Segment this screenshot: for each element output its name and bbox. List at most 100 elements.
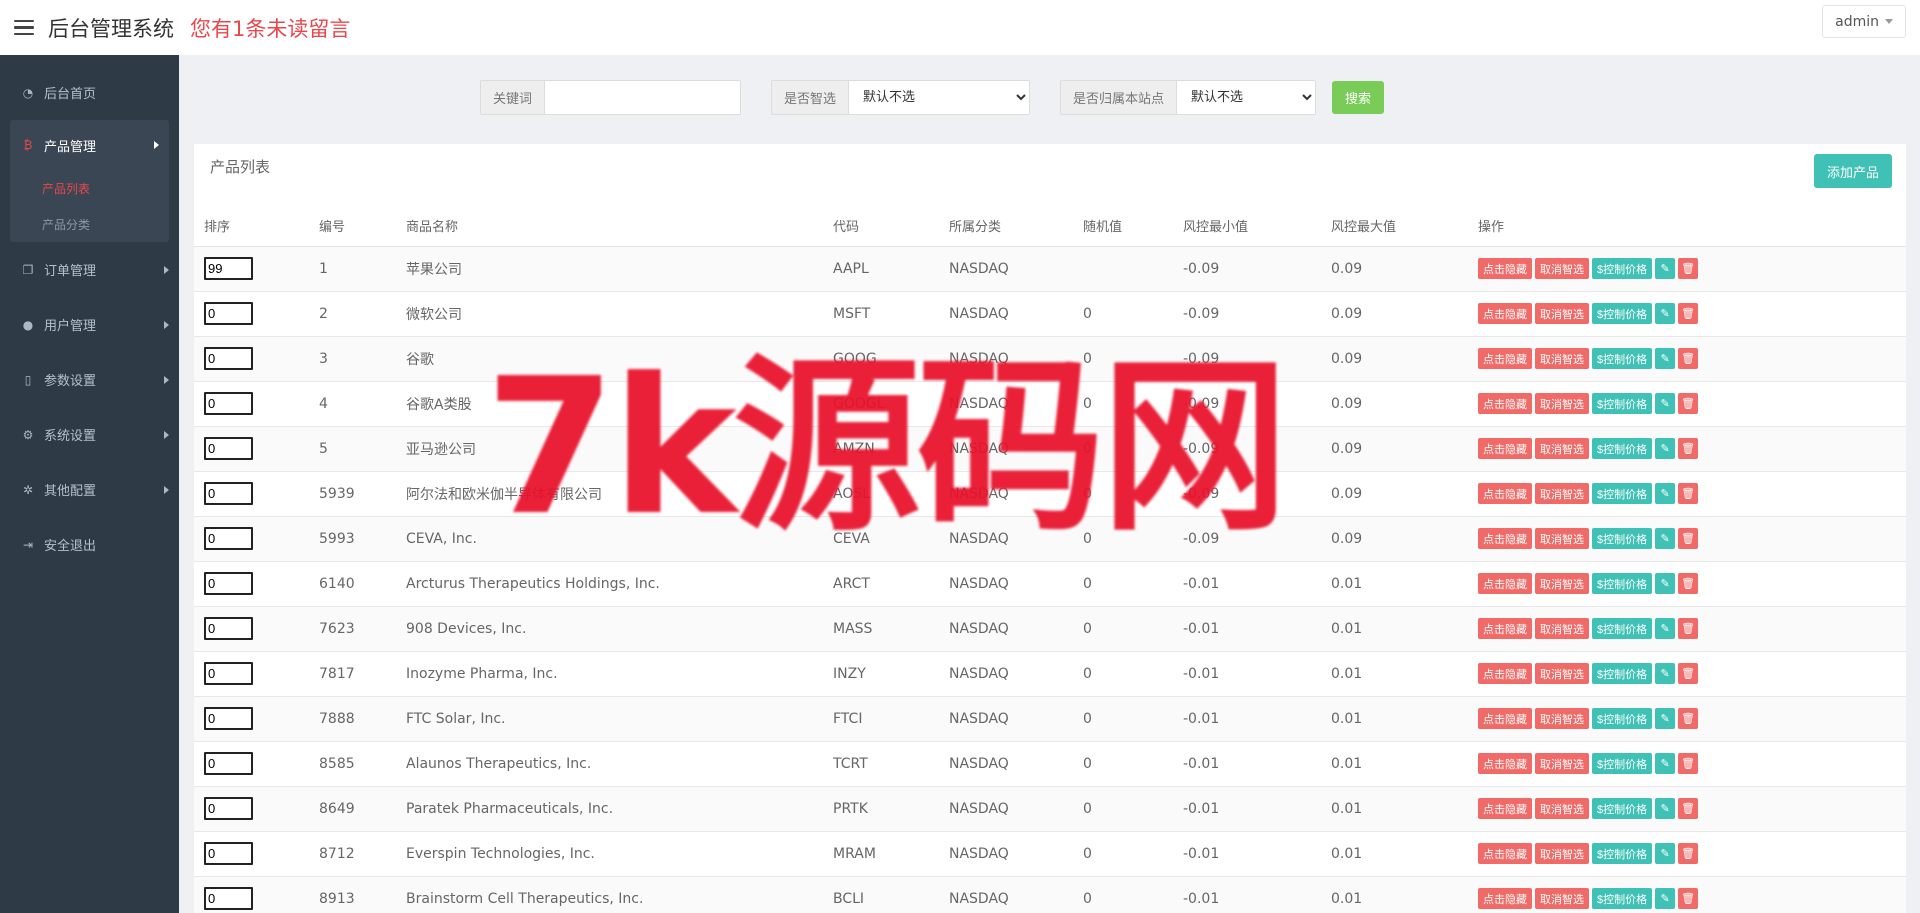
hide-button[interactable]: 点击隐藏 [1478, 708, 1532, 729]
control-price-button[interactable]: $控制价格 [1592, 483, 1653, 504]
trash-icon[interactable]: 🗑 [1678, 663, 1699, 684]
pencil-icon[interactable]: ✎ [1655, 843, 1676, 864]
cancel-smart-button[interactable]: 取消智选 [1535, 663, 1589, 684]
order-input[interactable] [204, 842, 253, 865]
trash-icon[interactable]: 🗑 [1678, 483, 1699, 504]
sidebar-item-home[interactable]: ◔ 后台首页 [0, 65, 179, 120]
hide-button[interactable]: 点击隐藏 [1478, 258, 1532, 279]
trash-icon[interactable]: 🗑 [1678, 843, 1699, 864]
control-price-button[interactable]: $控制价格 [1592, 573, 1653, 594]
add-product-button[interactable]: 添加产品 [1813, 154, 1892, 188]
order-input[interactable] [204, 572, 253, 595]
control-price-button[interactable]: $控制价格 [1592, 393, 1653, 414]
trash-icon[interactable]: 🗑 [1678, 573, 1699, 594]
cancel-smart-button[interactable]: 取消智选 [1535, 708, 1589, 729]
order-input[interactable] [204, 482, 253, 505]
control-price-button[interactable]: $控制价格 [1592, 438, 1653, 459]
control-price-button[interactable]: $控制价格 [1592, 348, 1653, 369]
control-price-button[interactable]: $控制价格 [1592, 708, 1653, 729]
pencil-icon[interactable]: ✎ [1655, 528, 1676, 549]
order-input[interactable] [204, 257, 253, 280]
control-price-button[interactable]: $控制价格 [1592, 258, 1653, 279]
order-input[interactable] [204, 662, 253, 685]
order-input[interactable] [204, 707, 253, 730]
control-price-button[interactable]: $控制价格 [1592, 528, 1653, 549]
cancel-smart-button[interactable]: 取消智选 [1535, 888, 1589, 909]
trash-icon[interactable]: 🗑 [1678, 438, 1699, 459]
hide-button[interactable]: 点击隐藏 [1478, 438, 1532, 459]
trash-icon[interactable]: 🗑 [1678, 798, 1699, 819]
order-input[interactable] [204, 617, 253, 640]
user-menu-button[interactable]: admin [1822, 5, 1906, 38]
sidebar-item-other[interactable]: ✲ 其他配置 [0, 462, 179, 517]
control-price-button[interactable]: $控制价格 [1592, 303, 1653, 324]
control-price-button[interactable]: $控制价格 [1592, 618, 1653, 639]
hide-button[interactable]: 点击隐藏 [1478, 393, 1532, 414]
cancel-smart-button[interactable]: 取消智选 [1535, 753, 1589, 774]
unread-message-notice[interactable]: 您有1条未读留言 [190, 13, 350, 43]
pencil-icon[interactable]: ✎ [1655, 573, 1676, 594]
sidebar-item-users[interactable]: ● 用户管理 [0, 297, 179, 352]
menu-toggle-icon[interactable] [14, 19, 34, 36]
hide-button[interactable]: 点击隐藏 [1478, 843, 1532, 864]
pencil-icon[interactable]: ✎ [1655, 348, 1676, 369]
pencil-icon[interactable]: ✎ [1655, 663, 1676, 684]
order-input[interactable] [204, 797, 253, 820]
cancel-smart-button[interactable]: 取消智选 [1535, 618, 1589, 639]
pencil-icon[interactable]: ✎ [1655, 708, 1676, 729]
pencil-icon[interactable]: ✎ [1655, 618, 1676, 639]
pencil-icon[interactable]: ✎ [1655, 798, 1676, 819]
pencil-icon[interactable]: ✎ [1655, 753, 1676, 774]
control-price-button[interactable]: $控制价格 [1592, 888, 1653, 909]
hide-button[interactable]: 点击隐藏 [1478, 888, 1532, 909]
hide-button[interactable]: 点击隐藏 [1478, 663, 1532, 684]
cancel-smart-button[interactable]: 取消智选 [1535, 528, 1589, 549]
trash-icon[interactable]: 🗑 [1678, 888, 1699, 909]
trash-icon[interactable]: 🗑 [1678, 258, 1699, 279]
site-select[interactable]: 默认不选 [1177, 81, 1316, 114]
smart-select[interactable]: 默认不选 [849, 81, 1030, 114]
cancel-smart-button[interactable]: 取消智选 [1535, 348, 1589, 369]
cancel-smart-button[interactable]: 取消智选 [1535, 393, 1589, 414]
hide-button[interactable]: 点击隐藏 [1478, 573, 1532, 594]
order-input[interactable] [204, 302, 253, 325]
cancel-smart-button[interactable]: 取消智选 [1535, 258, 1589, 279]
pencil-icon[interactable]: ✎ [1655, 888, 1676, 909]
hide-button[interactable]: 点击隐藏 [1478, 303, 1532, 324]
control-price-button[interactable]: $控制价格 [1592, 843, 1653, 864]
pencil-icon[interactable]: ✎ [1655, 303, 1676, 324]
keyword-input[interactable] [545, 81, 741, 114]
trash-icon[interactable]: 🗑 [1678, 393, 1699, 414]
cancel-smart-button[interactable]: 取消智选 [1535, 573, 1589, 594]
hide-button[interactable]: 点击隐藏 [1478, 618, 1532, 639]
pencil-icon[interactable]: ✎ [1655, 483, 1676, 504]
cancel-smart-button[interactable]: 取消智选 [1535, 798, 1589, 819]
sidebar-item-orders[interactable]: ❐ 订单管理 [0, 242, 179, 297]
hide-button[interactable]: 点击隐藏 [1478, 753, 1532, 774]
trash-icon[interactable]: 🗑 [1678, 303, 1699, 324]
cancel-smart-button[interactable]: 取消智选 [1535, 483, 1589, 504]
order-input[interactable] [204, 527, 253, 550]
control-price-button[interactable]: $控制价格 [1592, 663, 1653, 684]
sidebar-item-logout[interactable]: ⇥ 安全退出 [0, 517, 179, 572]
trash-icon[interactable]: 🗑 [1678, 753, 1699, 774]
sidebar-item-system[interactable]: ⚙ 系统设置 [0, 407, 179, 462]
sidebar-subitem-product-category[interactable]: 产品分类 [10, 206, 169, 242]
control-price-button[interactable]: $控制价格 [1592, 753, 1653, 774]
order-input[interactable] [204, 392, 253, 415]
pencil-icon[interactable]: ✎ [1655, 258, 1676, 279]
cancel-smart-button[interactable]: 取消智选 [1535, 843, 1589, 864]
trash-icon[interactable]: 🗑 [1678, 618, 1699, 639]
cancel-smart-button[interactable]: 取消智选 [1535, 438, 1589, 459]
hide-button[interactable]: 点击隐藏 [1478, 798, 1532, 819]
pencil-icon[interactable]: ✎ [1655, 393, 1676, 414]
trash-icon[interactable]: 🗑 [1678, 708, 1699, 729]
pencil-icon[interactable]: ✎ [1655, 438, 1676, 459]
sidebar-item-product[interactable]: ₿ 产品管理 [10, 120, 169, 170]
trash-icon[interactable]: 🗑 [1678, 528, 1699, 549]
sidebar-item-params[interactable]: ▯ 参数设置 [0, 352, 179, 407]
sidebar-subitem-product-list[interactable]: 产品列表 [10, 170, 169, 206]
hide-button[interactable]: 点击隐藏 [1478, 348, 1532, 369]
control-price-button[interactable]: $控制价格 [1592, 798, 1653, 819]
order-input[interactable] [204, 347, 253, 370]
